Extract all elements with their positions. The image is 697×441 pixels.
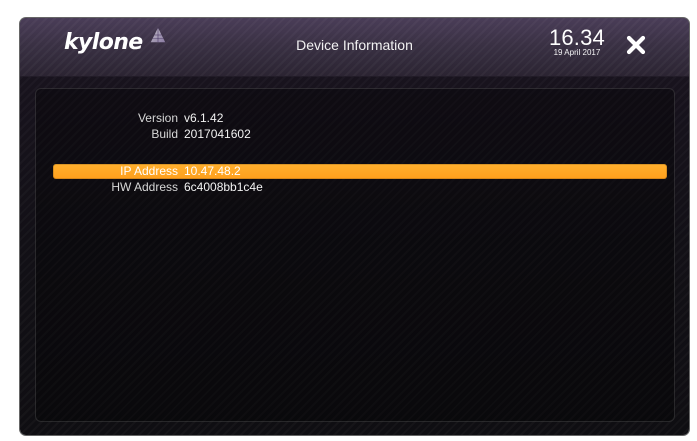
device-info-panel: Version v6.1.42 Build 2017041602 IP Addr…	[35, 88, 675, 422]
info-label: HW Address	[111, 180, 178, 194]
close-icon	[626, 35, 646, 55]
info-row-build: Build 2017041602	[36, 126, 674, 143]
clock-time: 16.34	[548, 25, 605, 50]
info-label: IP Address	[120, 164, 178, 178]
clock-date: 19 April 2017	[553, 48, 601, 57]
info-value: 6c4008bb1c4e	[184, 180, 263, 194]
top-bar: kylone Device Information 16.34 19 April…	[20, 18, 689, 77]
clock: 16.34 19 April 2017	[549, 26, 605, 58]
info-value: 2017041602	[184, 127, 251, 141]
info-value: v6.1.42	[184, 111, 224, 125]
info-row-ip-address[interactable]: IP Address 10.47.48.2	[53, 164, 667, 179]
info-value: 10.47.48.2	[184, 164, 241, 178]
info-row-hw-address[interactable]: HW Address 6c4008bb1c4e	[36, 179, 674, 196]
info-label: Build	[151, 127, 178, 141]
info-label: Version	[137, 111, 178, 125]
info-row-version: Version v6.1.42	[36, 110, 674, 127]
device-info-screen: kylone Device Information 16.34 19 April…	[20, 18, 689, 435]
close-button[interactable]	[621, 30, 651, 60]
